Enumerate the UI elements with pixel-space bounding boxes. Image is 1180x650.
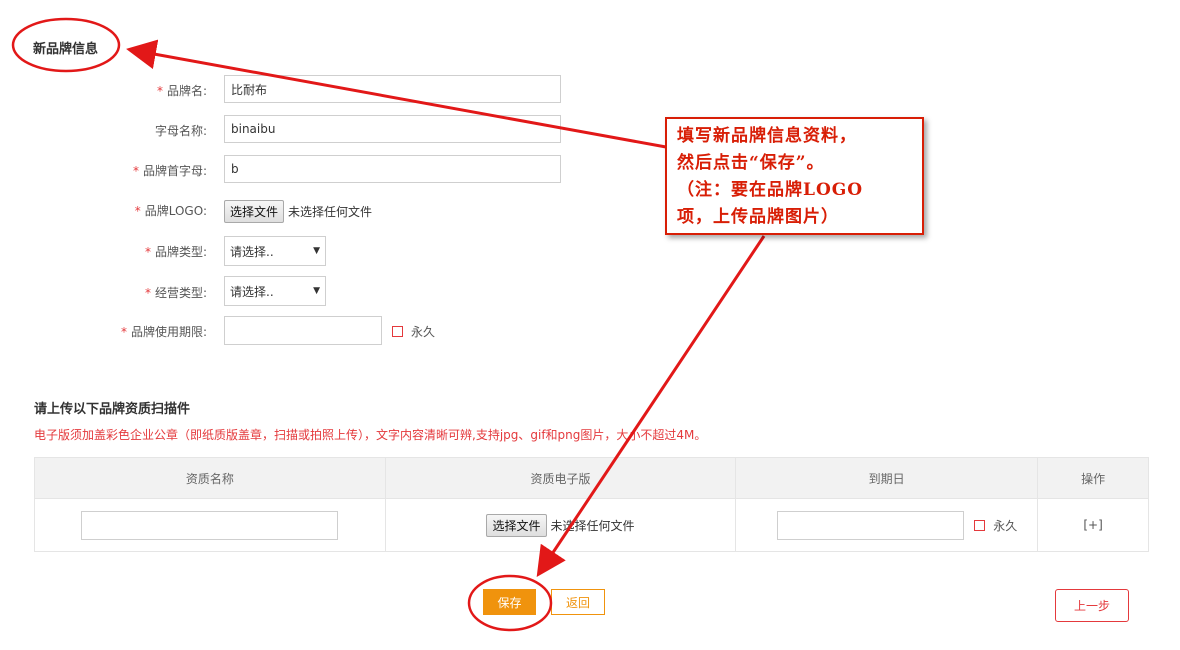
qualification-permanent-label: 永久 xyxy=(993,518,1018,533)
save-button[interactable]: 保存 xyxy=(483,589,536,615)
qualification-choose-file-button[interactable]: 选择文件 xyxy=(486,513,547,537)
chevron-down-icon: ▼ xyxy=(313,286,320,296)
callout-line: 然后点击“保存”。 xyxy=(677,153,825,173)
brand-type-label: * 品牌类型: xyxy=(144,245,207,259)
header-qualification-file: 资质电子版 xyxy=(384,457,737,499)
upload-title: 请上传以下品牌资质扫描件 xyxy=(34,402,191,417)
qualification-table: 资质名称 资质电子版 到期日 操作 选择文件 未选择任何文件 永久 [+] xyxy=(34,457,1149,552)
add-row-button[interactable]: [+] xyxy=(1083,518,1102,532)
permanent-label: 永久 xyxy=(411,325,436,339)
business-type-label: * 经营类型: xyxy=(144,286,207,300)
required-mark: * xyxy=(134,204,141,218)
prev-step-button[interactable]: 上一步 xyxy=(1055,589,1129,622)
header-qualification-name: 资质名称 xyxy=(34,457,386,499)
table-row: 选择文件 未选择任何文件 永久 [+] xyxy=(34,498,1149,552)
annotation-callout: 填写新品牌信息资料， 然后点击“保存”。 （注：要在品牌LOGO 项，上传品牌图… xyxy=(665,117,924,235)
required-mark: * xyxy=(156,84,163,98)
brand-name-input[interactable] xyxy=(224,75,561,103)
initial-input[interactable] xyxy=(224,155,561,183)
form-title: 新品牌信息 xyxy=(33,42,99,57)
qualification-permanent-checkbox[interactable] xyxy=(974,519,986,531)
brand-type-selected: 请选择.. xyxy=(230,244,274,259)
logo-label: * 品牌LOGO: xyxy=(134,204,207,218)
logo-choose-file-button[interactable]: 选择文件 xyxy=(224,200,285,223)
callout-line: 填写新品牌信息资料， xyxy=(677,126,857,146)
qualification-expiry-input[interactable] xyxy=(777,510,965,540)
permanent-checkbox[interactable] xyxy=(392,326,403,337)
cell-name xyxy=(34,498,386,552)
required-mark: * xyxy=(144,286,151,300)
business-type-select[interactable]: 请选择.. ▼ xyxy=(224,276,326,306)
back-button[interactable]: 返回 xyxy=(551,589,605,615)
cell-file: 选择文件 未选择任何文件 xyxy=(384,498,737,552)
qualification-file-status: 未选择任何文件 xyxy=(550,518,635,533)
chevron-down-icon: ▼ xyxy=(313,246,320,256)
logo-file-status: 未选择任何文件 xyxy=(288,205,373,219)
brand-type-select[interactable]: 请选择.. ▼ xyxy=(224,236,326,266)
cell-action: [+] xyxy=(1037,498,1149,552)
cell-expiry: 永久 xyxy=(735,498,1039,552)
letter-name-label: 字母名称: xyxy=(154,124,207,138)
required-mark: * xyxy=(120,325,127,339)
header-expiry-date: 到期日 xyxy=(735,457,1039,499)
letter-name-input[interactable] xyxy=(224,115,561,143)
initial-label: * 品牌首字母: xyxy=(132,164,207,178)
expiry-label: * 品牌使用期限: xyxy=(120,325,207,339)
permanent-option: 永久 xyxy=(392,323,435,340)
expiry-input[interactable] xyxy=(224,316,382,345)
upload-hint: 电子版须加盖彩色企业公章（即纸质版盖章，扫描或拍照上传），文字内容清晰可辨,支持… xyxy=(34,428,707,442)
required-mark: * xyxy=(144,245,151,259)
business-type-selected: 请选择.. xyxy=(230,284,274,299)
callout-line: 项，上传品牌图片） xyxy=(677,207,839,227)
table-header-row: 资质名称 资质电子版 到期日 操作 xyxy=(34,457,1149,499)
brand-name-label: * 品牌名: xyxy=(156,84,207,98)
qualification-name-input[interactable] xyxy=(81,510,339,540)
required-mark: * xyxy=(132,164,139,178)
logo-file-picker: 选择文件 未选择任何文件 xyxy=(224,200,372,223)
callout-line: （注：要在品牌LOGO xyxy=(677,180,864,200)
header-action: 操作 xyxy=(1037,457,1149,499)
